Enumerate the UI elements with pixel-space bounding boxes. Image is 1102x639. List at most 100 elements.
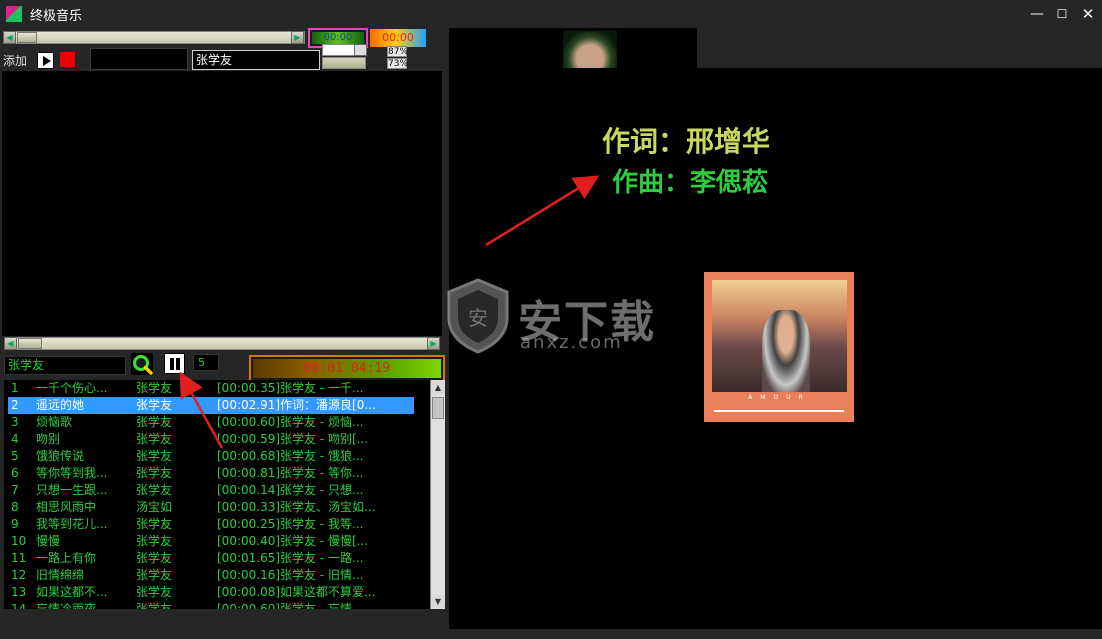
row-number: 14 [11, 602, 27, 609]
row-number: 11 [11, 551, 27, 565]
seek-left-arrow-icon[interactable]: ◀ [3, 31, 16, 44]
pause-button[interactable] [164, 353, 185, 374]
row-info: [00:00.35]张学友 - 一千... [217, 381, 364, 395]
total-time-display: 00:00 [370, 29, 426, 47]
row-number: 12 [11, 568, 27, 582]
row-artist: 张学友 [136, 415, 173, 429]
row-info: [00:01.65]张学友 - 一路... [217, 551, 364, 565]
info-field [90, 48, 188, 70]
row-number: 2 [11, 398, 19, 412]
volume-percent: 87% [387, 46, 409, 57]
seek-right-arrow-icon[interactable]: ▶ [291, 31, 304, 44]
row-title: 吻别 [36, 432, 61, 446]
row-number: 1 [11, 381, 19, 395]
elapsed-time-text: 00:00 [312, 32, 364, 44]
row-artist: 张学友 [136, 432, 173, 446]
count-field[interactable]: 5 [193, 354, 219, 371]
row-number: 10 [11, 534, 27, 548]
playlist-row[interactable]: 9 我等到花儿... 张学友 [00:00.25]张学友 - 我等... [8, 516, 414, 533]
lyric-line-composer: 作曲：李偲菘 [612, 168, 769, 198]
row-title: 一路上有你 [36, 551, 97, 565]
window-title: 终极音乐 [30, 9, 83, 24]
row-info: [00:00.60]张学友 - 忘情... [217, 602, 364, 609]
scroll-down-arrow-icon[interactable]: ▼ [431, 595, 445, 608]
playlist-row[interactable]: 8 相思风雨中 汤宝如 [00:00.33]张学友、汤宝如... [8, 499, 414, 516]
playlist-row[interactable]: 11 一路上有你 张学友 [00:01.65]张学友 - 一路... [8, 550, 414, 567]
add-button[interactable]: 添加 [3, 52, 27, 69]
row-number: 7 [11, 483, 19, 497]
playlist-row[interactable]: 6 等你等到我... 张学友 [00:00.81]张学友 - 等你... [8, 465, 414, 482]
row-info: [00:00.81]张学友 - 等你... [217, 466, 364, 480]
row-number: 4 [11, 432, 19, 446]
scroll-left-arrow-icon[interactable]: ◀ [4, 337, 17, 350]
row-artist: 张学友 [136, 449, 173, 463]
play-button[interactable] [37, 52, 54, 69]
row-number: 6 [11, 466, 19, 480]
maximize-button[interactable]: ☐ [1048, 2, 1076, 26]
horizontal-scrollbar[interactable] [4, 337, 440, 350]
lyric-line-lyricist: 作词：邢增华 [602, 125, 771, 158]
row-artist: 张学友 [136, 466, 173, 480]
playlist-row[interactable]: 12 旧情绵绵 张学友 [00:00.16]张学友 - 旧情... [8, 567, 414, 584]
app-logo-icon [6, 6, 22, 22]
playlist-row[interactable]: 7 只想一生跟... 张学友 [00:00.14]张学友 - 只想... [8, 482, 414, 499]
row-info: [00:00.60]张学友 - 烦恼... [217, 415, 364, 429]
row-number: 5 [11, 449, 19, 463]
playlist-row[interactable]: 1 一千个伤心... 张学友 [00:00.35]张学友 - 一千... [8, 380, 414, 397]
balance-slider[interactable] [322, 57, 366, 69]
row-info: [00:00.08]如果这都不算爱... [217, 585, 376, 599]
seek-bar[interactable] [3, 31, 305, 44]
search-input[interactable]: 张学友 [4, 356, 126, 375]
singer-avatar [563, 31, 617, 68]
row-info: [00:00.16]张学友 - 旧情... [217, 568, 364, 582]
close-button[interactable]: ✕ [1074, 2, 1102, 26]
playlist-row[interactable]: 10 慢慢 张学友 [00:00.40]张学友 - 慢慢[... [8, 533, 414, 550]
row-info: [00:00.25]张学友 - 我等... [217, 517, 364, 531]
row-title: 相思风雨中 [36, 500, 97, 514]
playlist-row[interactable]: 5 饿狼传说 张学友 [00:00.68]张学友 - 饿狼... [8, 448, 414, 465]
shield-icon: 安 [445, 278, 511, 354]
row-title: 一千个伤心... [36, 381, 108, 395]
title-bar [0, 0, 1102, 28]
row-title: 旧情绵绵 [36, 568, 85, 582]
row-number: 13 [11, 585, 27, 599]
stop-button[interactable] [60, 52, 75, 67]
row-title: 饿狼传说 [36, 449, 85, 463]
row-artist: 张学友 [136, 534, 173, 548]
balance-percent: 73% [387, 58, 409, 69]
progress-time-text: 00:01 04:19 [253, 359, 441, 378]
scroll-up-arrow-icon[interactable]: ▲ [431, 381, 445, 394]
row-artist: 张学友 [136, 602, 173, 609]
row-artist: 张学友 [136, 585, 173, 599]
row-number: 9 [11, 517, 19, 531]
row-artist: 汤宝如 [136, 500, 173, 514]
search-icon[interactable] [131, 353, 153, 375]
playlist-row-selected[interactable]: 2 遥远的她 张学友 [00:02.91]作词：潘源良[0... [8, 397, 414, 414]
volume-slider-thumb[interactable] [354, 44, 367, 56]
row-info: [00:02.91]作词：潘源良[0... [217, 398, 376, 412]
minimize-button[interactable]: — [1023, 2, 1051, 26]
row-title: 如果这都不... [36, 585, 108, 599]
vertical-scroll-thumb[interactable] [432, 397, 444, 419]
seek-thumb[interactable] [17, 32, 37, 43]
row-number: 3 [11, 415, 19, 429]
row-title: 我等到花儿... [36, 517, 108, 531]
horizontal-scroll-thumb[interactable] [18, 338, 42, 349]
row-info: [00:00.33]张学友、汤宝如... [217, 500, 376, 514]
playlist-row[interactable]: 3 烦恼歌 张学友 [00:00.60]张学友 - 烦恼... [8, 414, 414, 431]
row-artist: 张学友 [136, 568, 173, 582]
row-title: 遥远的她 [36, 398, 85, 412]
row-artist: 张学友 [136, 398, 173, 412]
artist-field[interactable]: 张学友 [192, 50, 320, 70]
row-info: [00:00.59]张学友 - 吻别[... [217, 432, 369, 446]
row-artist: 张学友 [136, 517, 173, 531]
row-info: [00:00.68]张学友 - 饿狼... [217, 449, 364, 463]
playlist[interactable]: 1 一千个伤心... 张学友 [00:00.35]张学友 - 一千... 2 遥… [4, 380, 430, 609]
playlist-row[interactable]: 14 忘情冷雨夜 张学友 [00:00.60]张学友 - 忘情... [8, 601, 414, 609]
album-cover-title: AMOUR [748, 394, 811, 401]
album-cover-divider [714, 410, 844, 412]
playlist-row[interactable]: 13 如果这都不... 张学友 [00:00.08]如果这都不算爱... [8, 584, 414, 601]
scroll-right-arrow-icon[interactable]: ▶ [427, 337, 440, 350]
row-artist: 张学友 [136, 381, 173, 395]
playlist-row[interactable]: 4 吻别 张学友 [00:00.59]张学友 - 吻别[... [8, 431, 414, 448]
